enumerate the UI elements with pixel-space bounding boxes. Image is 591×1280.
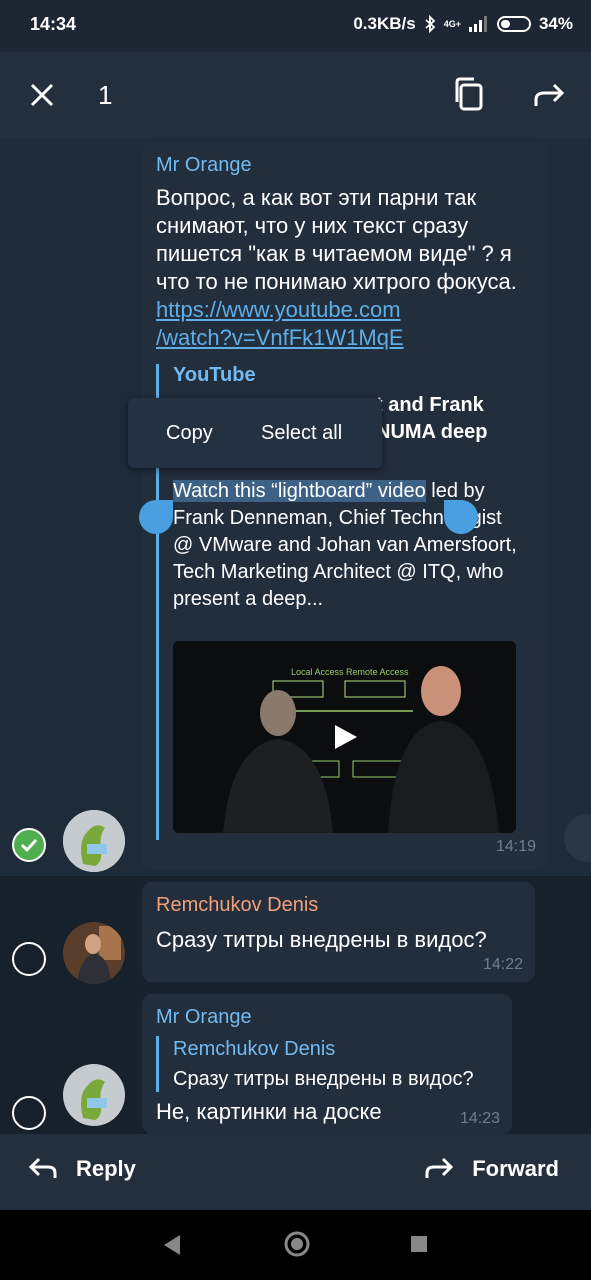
mr-orange-avatar [63,1064,125,1126]
network-type: 4G+ [443,19,461,29]
forward-icon[interactable] [532,78,568,112]
battery-icon [496,16,531,32]
close-icon[interactable] [26,76,58,114]
battery-percent: 34% [538,14,573,33]
lightboard-thumbnail: Local Access Remote Access [173,641,516,833]
svg-text:Local Access Remote Access: Local Access Remote Access [291,667,409,677]
message-text: Сразу титры внедрены в видос? [156,927,487,952]
mr-orange-avatar [63,810,125,872]
message-bubble[interactable]: Remchukov Denis Сразу титры внедрены в в… [142,882,535,982]
reply-label: Reply [76,1156,136,1181]
preview-site-name: YouTube [173,364,256,386]
text-selection-menu: Copy Select all [128,398,382,468]
message-time: 14:22 [482,956,523,973]
reply-icon [28,1157,57,1178]
selection-checkbox[interactable] [12,942,46,976]
message-time: 14:23 [459,1110,500,1127]
status-bar: 14:34 0.3KB/s 4G+ 34% [0,0,591,52]
reply-author: Remchukov Denis [173,1038,336,1060]
remchukov-avatar [63,922,125,984]
bottom-action-bar: Reply Forward [0,1134,591,1210]
message-time: 14:19 [495,838,536,855]
system-navigation-bar [0,1210,591,1280]
avatar[interactable] [63,1064,125,1126]
select-all-menu-item[interactable]: Select all [261,422,342,445]
selected-text[interactable]: Watch this “lightboard” video [173,480,426,502]
selection-checkbox-checked[interactable] [12,828,46,862]
avatar[interactable] [63,922,125,984]
bluetooth-icon [425,15,436,33]
copy-icon[interactable] [452,76,486,114]
selected-count: 1 [98,80,113,110]
reply-quote[interactable]: Remchukov Denis Сразу титры внедрены в в… [156,1036,504,1092]
video-thumbnail[interactable]: Local Access Remote Access [173,641,516,833]
avatar[interactable] [63,810,125,872]
home-nav-icon[interactable] [283,1230,311,1258]
message-sender[interactable]: Mr Orange [156,154,252,177]
forward-icon [425,1157,454,1178]
message-link[interactable]: https://www.youtube.com/watch?v=VnfFk1W1… [156,297,404,350]
message-bubble[interactable]: Mr Orange Вопрос, а как вот эти парни та… [142,142,548,870]
message-bubble[interactable]: Mr Orange Remchukov Denis Сразу титры вн… [142,994,512,1134]
selection-toolbar: 1 [0,52,591,138]
preview-title-line1: t and Frank [376,394,484,416]
recents-nav-icon[interactable] [409,1234,429,1254]
copy-menu-item[interactable]: Copy [166,422,213,445]
chat-area: Mr Orange Вопрос, а как вот эти парни та… [0,138,591,1134]
message-sender[interactable]: Remchukov Denis [156,894,318,917]
preview-title-line2: NUMA deep [376,421,488,443]
message-text: Вопрос, а как вот эти парни так снимают,… [156,184,541,352]
reply-button[interactable]: Reply [28,1156,136,1182]
signal-icon [468,16,487,32]
message-sender[interactable]: Mr Orange [156,1006,252,1029]
status-time: 14:34 [30,14,77,34]
selection-end-handle[interactable] [444,500,478,534]
status-indicators: 0.3KB/s 4G+ 34% [353,14,573,34]
network-speed: 0.3KB/s [353,14,416,33]
selection-start-handle[interactable] [139,500,173,534]
message-text: Не, картинки на доске [156,1099,382,1124]
reply-text: Сразу титры внедрены в видос? [173,1068,474,1090]
selection-checkbox[interactable] [12,1096,46,1130]
preview-description: Watch this “lightboard” video led by Fra… [173,478,518,613]
back-nav-icon[interactable] [160,1232,184,1258]
check-icon [20,838,38,853]
forward-button[interactable]: Forward [424,1156,559,1182]
forward-label: Forward [472,1156,559,1181]
message-body: Вопрос, а как вот эти парни так снимают,… [156,185,517,294]
